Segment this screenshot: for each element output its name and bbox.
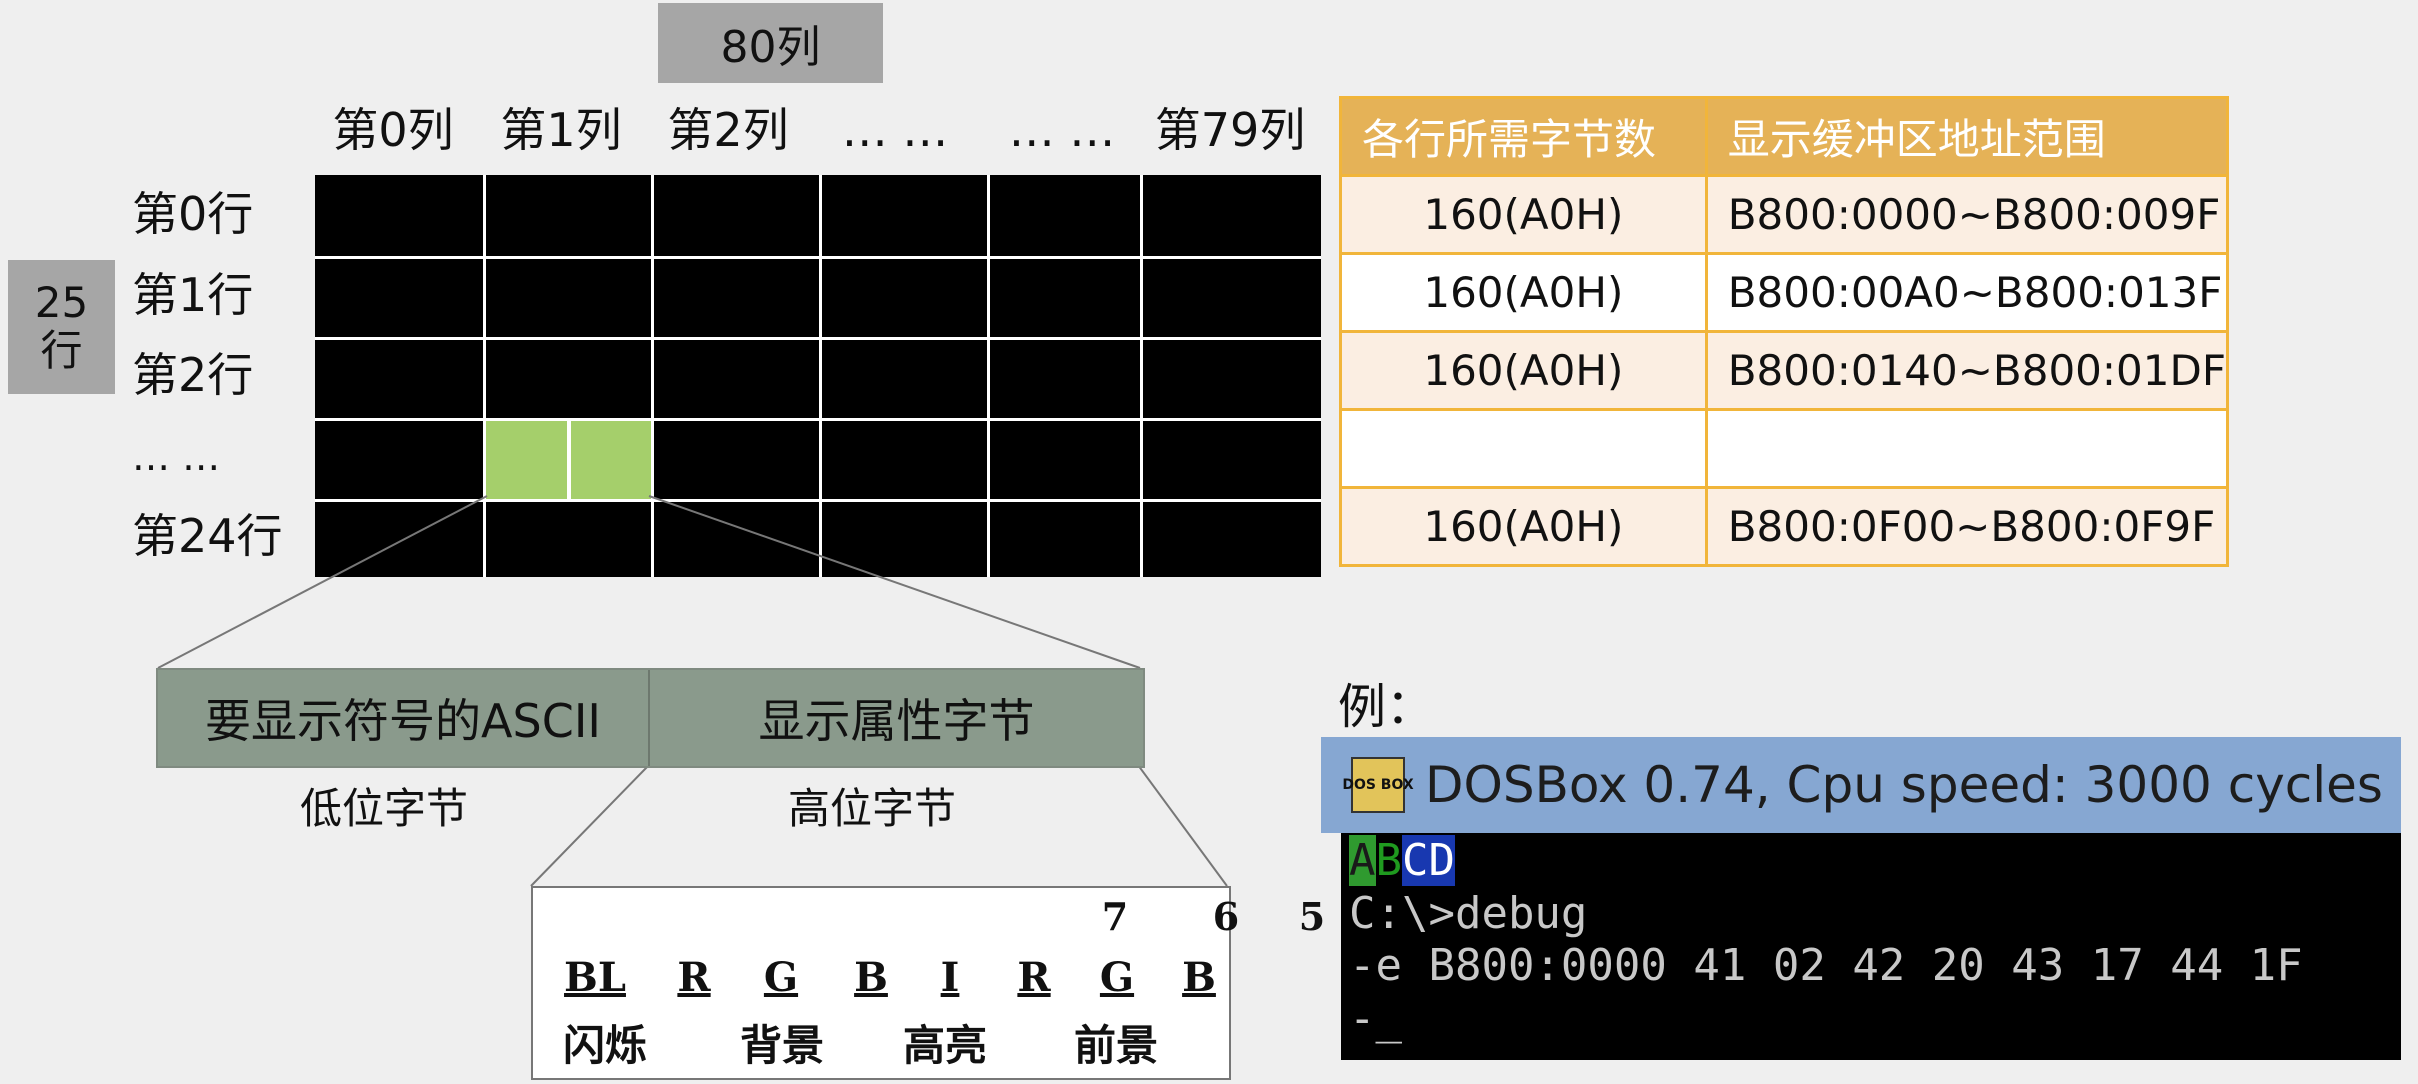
table-cell: 160(A0H) bbox=[1339, 252, 1708, 333]
table-row: 160(A0H) B800:0F00~B800:0F9F bbox=[1339, 486, 2230, 567]
address-table: 各行所需字节数 显示缓冲区地址范围 160(A0H) B800:0000~B80… bbox=[1339, 96, 2230, 567]
bit-group-label: 前景 bbox=[1074, 1021, 1159, 1070]
table-cell: B800:0140~B800:01DF bbox=[1704, 330, 2230, 411]
dosbox-titlebar: DOS BOX DOSBox 0.74, Cpu speed: 3000 cyc… bbox=[1321, 737, 2401, 833]
table-cell: 160(A0H) bbox=[1339, 486, 1708, 567]
table-row: 160(A0H) B800:0000~B800:009F bbox=[1339, 174, 2230, 255]
dos-output-line: -e B800:0000 41 02 42 20 43 17 44 1F bbox=[1349, 940, 2303, 991]
colored-char: B bbox=[1375, 835, 1402, 886]
table-cell: B800:0000~B800:009F bbox=[1704, 174, 2230, 255]
table-cell bbox=[1704, 408, 2230, 489]
connector-line bbox=[648, 495, 1141, 669]
connector-line bbox=[157, 495, 488, 669]
bit-name: BL bbox=[564, 954, 626, 1001]
colored-char: D bbox=[1428, 835, 1455, 886]
dosbox-screen: ABCD C:\>debug -e B800:0000 41 02 42 20 … bbox=[1341, 833, 2401, 1060]
high-byte-label: 显示属性字节 bbox=[758, 694, 1035, 748]
table-row: 160(A0H) B800:00A0~B800:013F bbox=[1339, 252, 2230, 333]
dos-output-line: C:\>debug bbox=[1349, 888, 1588, 939]
dos-output-line: -_ bbox=[1349, 993, 1402, 1044]
bit-group-label: 闪烁 bbox=[563, 1021, 648, 1070]
dosbox-window: DOS BOX DOSBox 0.74, Cpu speed: 3000 cyc… bbox=[1321, 737, 2401, 1060]
high-byte-caption: 高位字节 bbox=[788, 784, 957, 833]
bit-number: 7 bbox=[1101, 894, 1129, 939]
bit-name: R bbox=[1017, 954, 1051, 1001]
attribute-bits-box: 7 6 5 4 3 2 1 0 BL R G B I R G B 闪烁 背景 高… bbox=[531, 886, 1748, 1080]
bit-name: B bbox=[1182, 954, 1216, 1001]
dosbox-icon: DOS BOX bbox=[1342, 757, 1414, 813]
table-row: 160(A0H) B800:0140~B800:01DF bbox=[1339, 330, 2230, 411]
bit-group-label: 高亮 bbox=[903, 1021, 988, 1070]
table-cell bbox=[1339, 408, 1708, 489]
table-header: 显示缓冲区地址范围 bbox=[1704, 96, 2230, 177]
bit-name: G bbox=[763, 954, 799, 1001]
table-cell: B800:00A0~B800:013F bbox=[1704, 252, 2230, 333]
table-cell: 160(A0H) bbox=[1339, 330, 1708, 411]
table-row bbox=[1339, 408, 2230, 489]
connector-line bbox=[1137, 764, 1228, 887]
table-header: 各行所需字节数 bbox=[1339, 96, 1708, 177]
low-byte-label: 要显示符号的ASCII bbox=[205, 694, 601, 748]
colored-char: A bbox=[1349, 835, 1376, 886]
table-cell: B800:0F00~B800:0F9F bbox=[1704, 486, 2230, 567]
bit-name: G bbox=[1099, 954, 1135, 1001]
table-cell: 160(A0H) bbox=[1339, 174, 1708, 255]
colored-char: C bbox=[1402, 835, 1429, 886]
low-byte-caption: 低位字节 bbox=[300, 784, 469, 833]
character-byte-pair: 要显示符号的ASCII 显示属性字节 bbox=[156, 668, 1145, 768]
low-byte-box: 要显示符号的ASCII bbox=[158, 670, 648, 766]
bit-name: I bbox=[940, 954, 960, 1001]
table-header-row: 各行所需字节数 显示缓冲区地址范围 bbox=[1339, 96, 2230, 177]
bit-group-label: 背景 bbox=[740, 1021, 825, 1070]
dosbox-title: DOSBox 0.74, Cpu speed: 3000 cycles bbox=[1425, 756, 2383, 814]
example-label: 例： bbox=[1338, 679, 1435, 735]
dosbox-icon-text: DOS BOX bbox=[1342, 777, 1414, 793]
colored-chars-line: ABCD bbox=[1349, 835, 1455, 886]
bit-name: B bbox=[854, 954, 888, 1001]
connector-line bbox=[530, 764, 650, 887]
bit-number: 6 bbox=[1212, 894, 1240, 939]
bit-name: R bbox=[677, 954, 711, 1001]
high-byte-box: 显示属性字节 bbox=[648, 670, 1143, 766]
